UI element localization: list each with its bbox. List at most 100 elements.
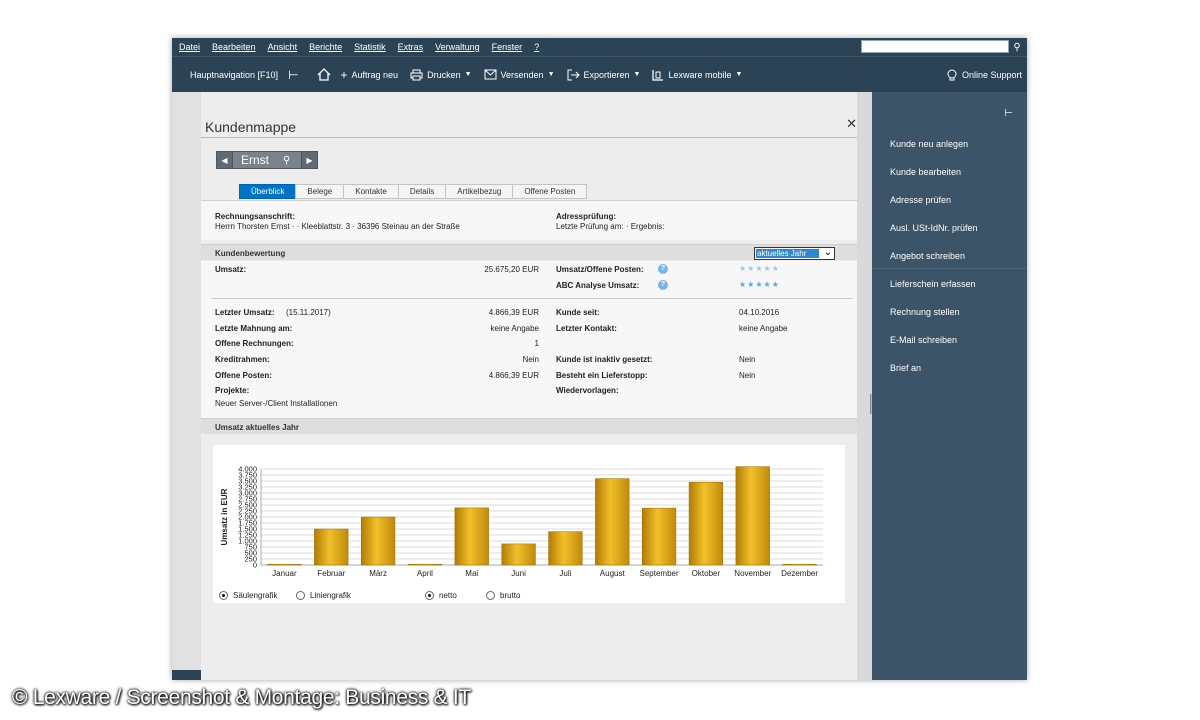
kreditrahmen-value: Nein [522, 355, 539, 364]
bar-september[interactable] [641, 507, 677, 566]
radio-brutto[interactable]: brutto [486, 591, 520, 600]
tab-bar: Überblick Belege Kontakte Details Artike… [239, 184, 588, 199]
bar-oktober[interactable] [688, 481, 724, 566]
help-icon[interactable]: ? [658, 280, 668, 290]
bar-mai[interactable] [454, 507, 489, 566]
drucken-button[interactable]: Drucken ▼ [410, 69, 472, 81]
bar-august[interactable] [595, 478, 630, 566]
menu-extras[interactable]: Extras [392, 42, 430, 52]
sidebar-item-angebot[interactable]: Angebot schreiben [890, 251, 1020, 261]
bar-januar[interactable] [267, 563, 302, 566]
bar-april[interactable] [407, 563, 443, 566]
adresspruefung-value: Letzte Prüfung am: · Ergebnis: [556, 222, 665, 231]
address-section: Rechnungsanschrift: Herrn Thorsten Ernst… [201, 200, 857, 240]
mobile-icon [652, 69, 664, 81]
auftrag-neu-button[interactable]: + Auftrag neu [341, 68, 399, 82]
period-select[interactable]: aktuelles Jahr ⌄ [754, 247, 835, 260]
y-axis-label: Umsatz in EUR [220, 488, 229, 545]
wiedervorlagen-label: Wiedervorlagen: [556, 386, 619, 395]
search-customer-icon[interactable]: ⚲ [283, 155, 290, 166]
pin-icon[interactable]: ⊢ [288, 68, 298, 82]
sidebar-item-brief[interactable]: Brief an [890, 363, 1020, 373]
tab-artikelbezug[interactable]: Artikelbezug [445, 184, 514, 199]
sidebar-item-ustid-pruefen[interactable]: Ausl. USt-IdNr. prüfen [890, 223, 1020, 233]
sidebar-item-lieferschein[interactable]: Lieferschein erfassen [890, 279, 1020, 289]
customer-navigator: ◀ Ernst ⚲ ▶ [216, 151, 318, 169]
bar-juni[interactable] [501, 543, 536, 566]
tab-details[interactable]: Details [397, 184, 447, 199]
letzter-umsatz-date: (15.11.2017) [286, 308, 331, 317]
hauptnavigation-button[interactable]: Hauptnavigation [F10] [190, 70, 278, 80]
drucken-label: Drucken [427, 69, 461, 80]
lightbulb-icon [947, 69, 957, 80]
kundenmappe-panel: Kundenmappe ✕ ◀ Ernst ⚲ ▶ Überblick Bele… [201, 92, 857, 680]
radio-netto[interactable]: netto [425, 591, 457, 600]
radio-liniengrafik[interactable]: Liniengrafik [296, 591, 351, 600]
menu-statistik[interactable]: Statistik [348, 42, 392, 52]
plus-icon: + [340, 67, 348, 82]
page-title: Kundenmappe [205, 119, 297, 135]
x-tick-label: Januar [272, 569, 297, 578]
umsatz-chart-title: Umsatz aktuelles Jahr [215, 423, 300, 432]
rechnungsanschrift-label: Rechnungsanschrift: [215, 212, 296, 221]
x-tick-label: Februar [317, 569, 345, 578]
online-support-button[interactable]: Online Support [947, 57, 1022, 93]
tab-belege[interactable]: Belege [295, 184, 345, 199]
bar-februar[interactable] [314, 528, 349, 566]
versenden-button[interactable]: Versenden ▼ [484, 69, 555, 80]
sidebar-item-rechnung[interactable]: Rechnung stellen [890, 307, 1020, 317]
search-icon[interactable]: ⚲ [1010, 38, 1024, 56]
x-tick-label: Oktober [692, 569, 721, 578]
customer-selector[interactable]: Ernst ⚲ [233, 151, 301, 169]
menu-ansicht[interactable]: Ansicht [262, 42, 304, 52]
menu-bar: Datei Bearbeiten Ansicht Berichte Statis… [172, 38, 1027, 56]
letzter-umsatz-label: Letzter Umsatz: [215, 308, 275, 317]
hauptnavigation-label: Hauptnavigation [F10] [190, 69, 279, 80]
tab-kontakte[interactable]: Kontakte [343, 184, 399, 199]
chevron-down-icon: ▼ [735, 71, 743, 78]
help-icon[interactable]: ? [658, 264, 668, 274]
x-tick-label: Mai [465, 569, 478, 578]
letzte-mahnung-value: keine Angabe [490, 324, 540, 333]
x-tick-label: Dezember [781, 569, 818, 578]
menu-berichte[interactable]: Berichte [303, 42, 348, 52]
bar-november[interactable] [735, 466, 770, 566]
lieferstopp-value: Nein [739, 371, 756, 380]
next-customer-button[interactable]: ▶ [301, 151, 318, 169]
bar-dezember[interactable] [782, 563, 817, 566]
image-credit: © Lexware / Screenshot & Montage: Busine… [12, 686, 471, 709]
sidebar-item-email[interactable]: E-Mail schreiben [890, 335, 1020, 345]
menu-fenster[interactable]: Fenster [486, 42, 529, 52]
chevron-down-icon: ▼ [547, 71, 555, 78]
letzter-kontakt-label: Letzter Kontakt: [556, 324, 617, 333]
sidebar-item-kunde-bearbeiten[interactable]: Kunde bearbeiten [890, 167, 1020, 177]
radio-button [296, 591, 305, 600]
customer-name: Ernst [241, 153, 270, 167]
bar-juli[interactable] [548, 531, 583, 566]
radio-liniengrafik-label: Liniengrafik [310, 591, 351, 600]
lieferstopp-label: Besteht ein Lieferstopp: [556, 371, 648, 380]
close-icon[interactable]: ✕ [846, 116, 857, 132]
sidebar-item-kunde-neu[interactable]: Kunde neu anlegen [890, 139, 1020, 149]
tab-ueberblick[interactable]: Überblick [239, 184, 297, 199]
bar-märz[interactable] [360, 516, 396, 566]
exportieren-button[interactable]: Exportieren ▼ [567, 69, 640, 81]
global-search-input[interactable] [861, 40, 1009, 53]
pin-icon[interactable]: ⊢ [1004, 108, 1013, 119]
prev-customer-button[interactable]: ◀ [216, 151, 233, 169]
lexware-mobile-label: Lexware mobile [668, 69, 732, 80]
umsatz-value: 25.675,20 EUR [484, 265, 539, 274]
export-icon [567, 69, 580, 80]
radio-saeulengrafik[interactable]: Säulengrafik [219, 591, 277, 600]
menu-datei[interactable]: Datei [172, 42, 206, 52]
sidebar-item-adresse-pruefen[interactable]: Adresse prüfen [890, 195, 1020, 205]
y-tick-label: 4.000 [238, 465, 257, 474]
menu-bearbeiten[interactable]: Bearbeiten [206, 42, 262, 52]
menu-help[interactable]: ? [528, 42, 545, 52]
tab-offene-posten[interactable]: Offene Posten [512, 184, 588, 199]
home-icon[interactable] [317, 68, 331, 81]
menu-verwaltung[interactable]: Verwaltung [429, 42, 486, 52]
offene-posten-label: Offene Posten: [215, 371, 272, 380]
kunde-inaktiv-value: Nein [739, 355, 756, 364]
lexware-mobile-button[interactable]: Lexware mobile ▼ [652, 69, 742, 81]
